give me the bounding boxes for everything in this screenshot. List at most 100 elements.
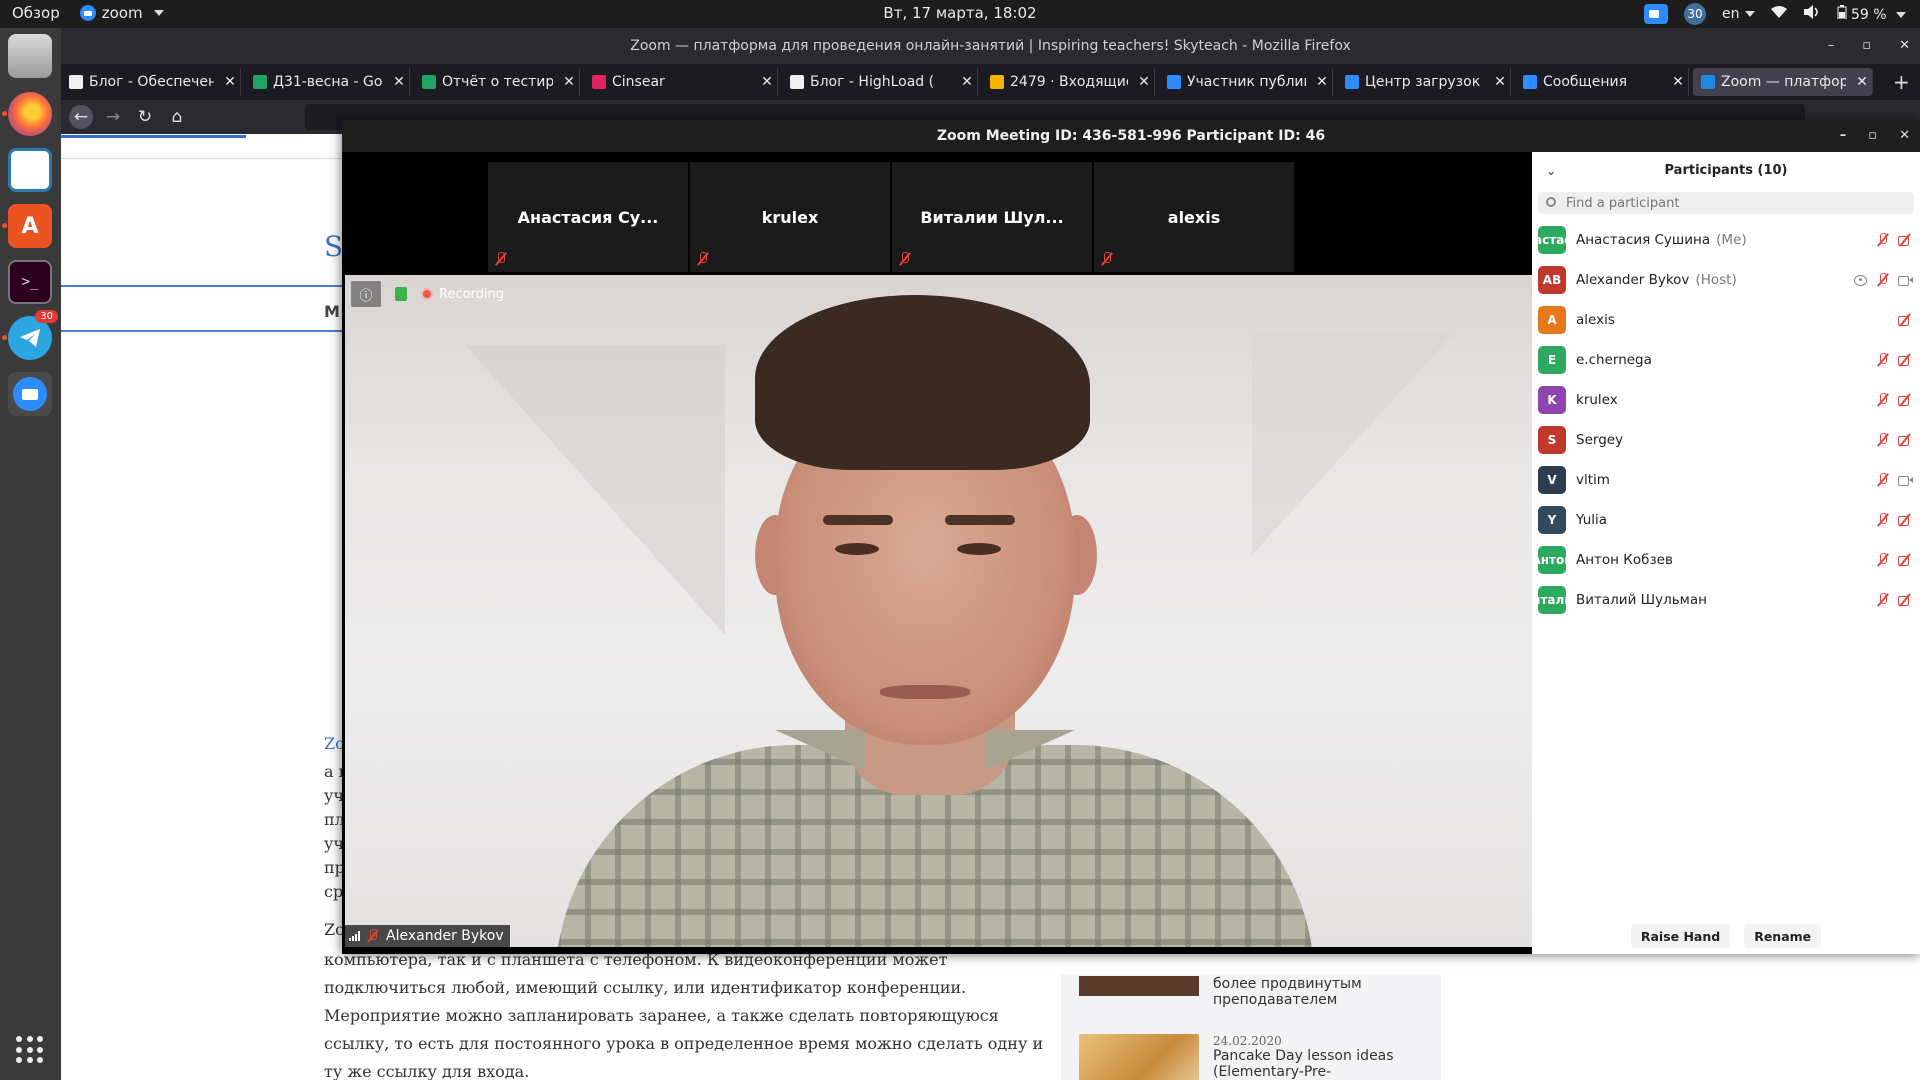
activities-button[interactable]: Обзор — [12, 4, 60, 22]
tab-favicon-icon — [69, 75, 83, 89]
participant-row[interactable]: Kkrulex — [1532, 380, 1920, 420]
recording-indicator[interactable]: Recording — [421, 287, 504, 302]
participant-name: alexis — [1576, 312, 1615, 328]
close-tab-icon[interactable]: ✕ — [957, 74, 977, 90]
close-tab-icon[interactable]: ✕ — [757, 74, 777, 90]
participant-thumbnail[interactable]: Виталии Шул... — [892, 162, 1092, 272]
close-tab-icon[interactable]: ✕ — [220, 74, 240, 90]
minimize-button[interactable]: – — [1828, 28, 1835, 64]
home-button[interactable]: ⌂ — [165, 105, 189, 129]
new-tab-button[interactable]: + — [1893, 70, 1910, 94]
zoom-dock-icon[interactable] — [8, 372, 52, 416]
participant-status-icons — [1898, 313, 1912, 327]
browser-tab[interactable]: Центр загрузок - ✕ — [1337, 68, 1511, 96]
browser-tab[interactable]: Zoom — платфор ✕ — [1693, 68, 1873, 96]
eyebrow — [823, 515, 893, 525]
participant-row[interactable]: Vvltim — [1532, 460, 1920, 500]
back-button[interactable]: ← — [69, 105, 93, 129]
window-controls: – ▫ ✕ — [1828, 28, 1910, 64]
participant-thumbnail[interactable]: krulex — [690, 162, 890, 272]
libreoffice-writer-icon[interactable] — [8, 148, 52, 192]
participant-row[interactable]: Антон Антон Кобзев — [1532, 540, 1920, 580]
close-tab-icon[interactable]: ✕ — [1668, 74, 1688, 90]
page-accent-bar — [61, 135, 246, 138]
browser-tab[interactable]: Отчёт о тестиров ✕ — [414, 68, 580, 96]
battery-indicator[interactable]: 59 % — [1837, 5, 1906, 23]
participant-name: vltim — [1576, 472, 1610, 488]
close-tab-icon[interactable]: ✕ — [1312, 74, 1332, 90]
browser-tab[interactable]: Блог - HighLoad ( ✕ — [782, 68, 978, 96]
participant-thumbnail[interactable]: alexis — [1094, 162, 1294, 272]
browser-tab[interactable]: Участник публик ✕ — [1159, 68, 1333, 96]
browser-tab[interactable]: 2479 · Входящие ✕ — [982, 68, 1155, 96]
maximize-button[interactable]: ▫ — [1868, 120, 1877, 152]
info-icon[interactable]: ⓘ — [351, 281, 381, 307]
browser-tab[interactable]: Д31-весна - Goog ✕ — [245, 68, 410, 96]
minimize-button[interactable]: – — [1840, 120, 1847, 152]
zoom-app-icon — [79, 5, 96, 21]
participant-row[interactable]: Ee.chernega — [1532, 340, 1920, 380]
close-button[interactable]: ✕ — [1899, 120, 1910, 152]
terminal-icon[interactable]: >_ — [8, 260, 52, 304]
app-menu[interactable]: zoom — [79, 4, 164, 22]
firefox-title-bar: Zoom — платформа для проведения онлайн-з… — [61, 28, 1920, 64]
sidebar-post[interactable]: более продвинутым преподавателем — [1079, 976, 1433, 1008]
close-tab-icon[interactable]: ✕ — [1490, 74, 1510, 90]
forward-button[interactable]: → — [101, 105, 125, 129]
tab-favicon-icon — [1523, 75, 1537, 89]
clock[interactable]: Вт, 17 марта, 18:02 — [0, 4, 1920, 22]
software-store-icon[interactable]: A — [2, 204, 52, 248]
close-tab-icon[interactable]: ✕ — [1852, 74, 1872, 90]
close-tab-icon[interactable]: ✕ — [1134, 74, 1154, 90]
participant-search-input[interactable] — [1566, 192, 1914, 214]
mic-off-icon — [1876, 393, 1890, 407]
participant-status-icons — [1876, 433, 1912, 447]
sidebar-post[interactable]: 24.02.2020 Pancake Day lesson ideas (Ele… — [1079, 1034, 1413, 1080]
participant-row[interactable]: Aalexis — [1532, 300, 1920, 340]
lock-icon[interactable] — [395, 287, 407, 301]
chevron-down-icon[interactable]: ⌄ — [1546, 152, 1556, 190]
files-icon[interactable] — [8, 34, 52, 78]
active-speaker-video[interactable]: ⓘ Recording Alexander Bykov — [345, 275, 1532, 947]
ceiling-shape — [1252, 335, 1452, 555]
rename-button[interactable]: Rename — [1744, 924, 1822, 948]
show-applications-icon[interactable] — [16, 1036, 44, 1064]
speaker-name: Alexander Bykov — [386, 928, 504, 944]
post-thumbnail — [1079, 976, 1199, 996]
telegram-badge: 30 — [35, 310, 58, 323]
close-button[interactable]: ✕ — [1899, 28, 1910, 64]
maximize-button[interactable]: ▫ — [1862, 28, 1871, 64]
share-icon — [1854, 273, 1868, 287]
dock: A >_ 30 — [0, 28, 61, 1080]
language-indicator[interactable]: en — [1722, 6, 1755, 22]
browser-tab[interactable]: Блог - Обеспечен ✕ — [61, 68, 241, 96]
telegram-icon[interactable]: 30 — [2, 310, 58, 360]
post-date: 24.02.2020 — [1213, 1034, 1282, 1048]
participant-name-wrap: Анастасия Сушина (Me) — [1576, 232, 1747, 248]
window-title: Zoom — платформа для проведения онлайн-з… — [630, 38, 1351, 54]
recording-label: Recording — [439, 286, 505, 302]
zoom-tray-icon[interactable] — [1644, 4, 1669, 24]
participant-row[interactable]: S Sergey — [1532, 420, 1920, 460]
page-paragraph: компьютера, так и с планшета с телефоном… — [324, 950, 1044, 1080]
raise-hand-button[interactable]: Raise Hand — [1630, 924, 1731, 948]
tab-label: Блог - HighLoad ( — [810, 74, 935, 90]
tab-favicon-icon — [253, 75, 267, 89]
participant-row[interactable]: Виталий Виталий Шульман — [1532, 580, 1920, 620]
volume-icon[interactable] — [1803, 5, 1821, 23]
participant-row[interactable]: Анастасия Анастасия Сушина (Me) — [1532, 220, 1920, 260]
browser-tab[interactable]: Сообщения ✕ — [1515, 68, 1689, 96]
page-menu[interactable]: M — [324, 302, 340, 321]
close-tab-icon[interactable]: ✕ — [389, 74, 409, 90]
participant-row[interactable]: Y Yulia — [1532, 500, 1920, 540]
participant-thumbnail[interactable]: Анастасия Су... — [488, 162, 688, 272]
firefox-icon[interactable] — [2, 92, 52, 136]
participant-row[interactable]: AB Alexander Bykov (Host) — [1532, 260, 1920, 300]
close-tab-icon[interactable]: ✕ — [559, 74, 579, 90]
wifi-icon[interactable] — [1770, 5, 1787, 23]
reload-button[interactable]: ↻ — [133, 105, 157, 129]
participant-name-wrap: Yulia — [1576, 512, 1607, 528]
browser-tab[interactable]: Cinsear ✕ — [584, 68, 778, 96]
tab-favicon-icon — [1167, 75, 1181, 89]
notification-badge[interactable]: 30 — [1684, 3, 1707, 25]
